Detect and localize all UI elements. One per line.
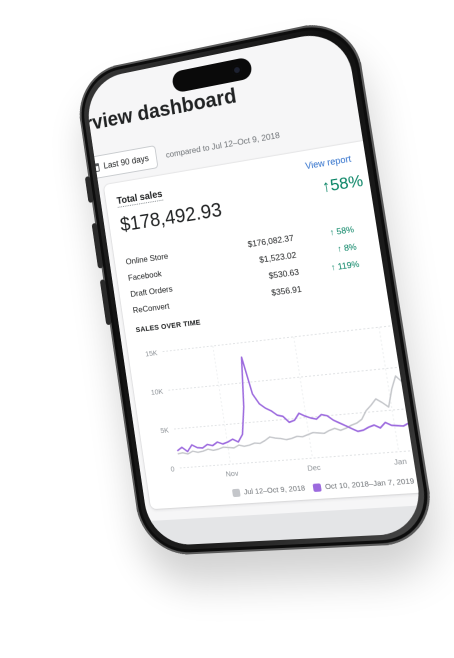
camera-icon	[231, 64, 243, 76]
legend-swatch	[231, 488, 241, 497]
stage: verview dashboard Last 90 days compared …	[0, 0, 454, 658]
growth-badge: ↑58%	[321, 172, 365, 197]
phone-screen: verview dashboard Last 90 days compared …	[83, 27, 426, 547]
y-tick-label: 15K	[145, 348, 159, 358]
legend-swatch	[312, 482, 322, 492]
y-tick-label: 5K	[160, 425, 170, 435]
sales-breakdown: Online Store $176,082.37 ↑ 58% Facebook …	[124, 217, 384, 318]
phone-mockup: verview dashboard Last 90 days compared …	[73, 15, 438, 557]
view-report-link[interactable]: View report	[305, 154, 352, 172]
page-title: verview dashboard	[83, 84, 238, 140]
series-line-previous	[169, 374, 422, 454]
x-tick-label: Nov	[225, 468, 239, 478]
legend-label: Jul 12–Oct 9, 2018	[243, 483, 306, 497]
date-range-button[interactable]: Last 90 days	[83, 145, 159, 181]
compare-label: compared to Jul 12–Oct 9, 2018	[165, 129, 281, 160]
legend-item-previous[interactable]: Jul 12–Oct 9, 2018	[231, 483, 306, 497]
legend-label: Oct 10, 2018–Jan 7, 2019	[324, 476, 415, 492]
y-gridline	[163, 324, 405, 351]
channel-value: $356.91	[270, 283, 303, 298]
dashboard-app: verview dashboard Last 90 days compared …	[83, 45, 426, 546]
phone-volume-up-button	[91, 222, 104, 269]
legend-item-current[interactable]: Oct 10, 2018–Jan 7, 2019	[312, 476, 415, 492]
phone-volume-down-button	[99, 279, 112, 326]
channel-change	[301, 281, 361, 289]
sales-over-time-chart: 0 5K 10K 15K Nov Dec Jan	[145, 302, 425, 479]
y-gridline	[168, 366, 411, 390]
x-tick-label: Jan	[393, 456, 407, 467]
card-title: Total sales	[116, 189, 164, 208]
x-gridline	[294, 337, 313, 458]
x-gridline	[213, 346, 231, 464]
total-sales-card: Total sales View report $178,492.93 ↑58%…	[103, 136, 426, 510]
x-tick-label: Dec	[307, 462, 322, 473]
y-tick-label: 10K	[150, 387, 164, 397]
phone-mute-switch	[84, 176, 94, 204]
x-gridline	[379, 327, 399, 452]
date-range-label: Last 90 days	[102, 153, 150, 171]
calendar-icon	[90, 162, 100, 173]
y-tick-label: 0	[170, 464, 175, 473]
y-gridline	[180, 450, 425, 468]
